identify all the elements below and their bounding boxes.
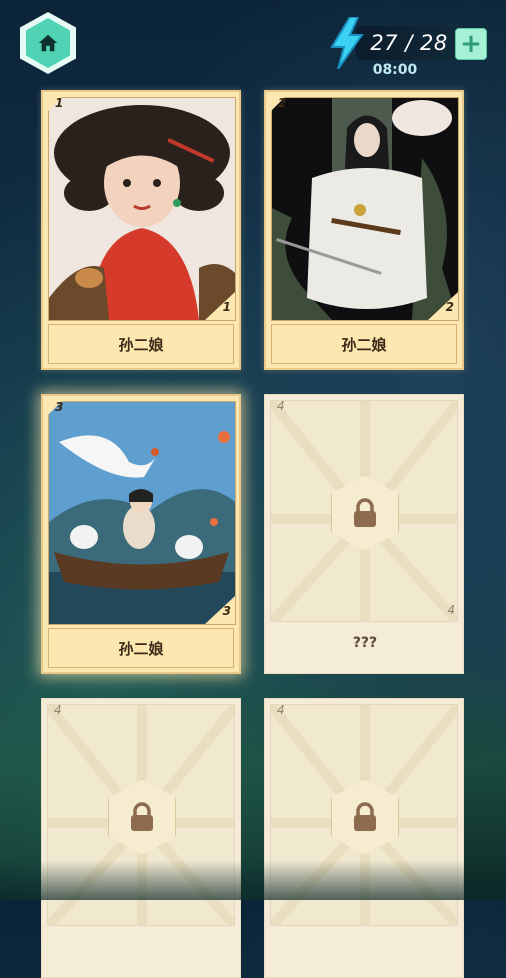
- card-number: 4: [277, 399, 285, 413]
- home-icon: [38, 34, 58, 52]
- lock-icon: [131, 802, 153, 831]
- locked-card-5[interactable]: 4: [41, 698, 241, 978]
- card-1[interactable]: 1 1 孙二娘: [41, 90, 241, 370]
- card-number: 1: [55, 96, 64, 110]
- card-number-corner: 2: [445, 300, 454, 314]
- card-number-corner: 3: [222, 604, 231, 618]
- card-name: 孙二娘: [48, 628, 234, 668]
- card-number-corner: 1: [222, 300, 231, 314]
- home-button[interactable]: [20, 12, 76, 74]
- card-number: 4: [277, 703, 285, 717]
- card-number: 3: [55, 400, 64, 414]
- card-3[interactable]: 3 3 孙二娘: [41, 394, 241, 674]
- lock-icon: [354, 498, 376, 527]
- card-number: 2: [278, 96, 287, 110]
- card-number-corner: 4: [447, 603, 455, 617]
- card-name: 孙二娘: [271, 324, 457, 364]
- locked-card-4[interactable]: 4 4 ???: [264, 394, 464, 674]
- locked-card-6[interactable]: 4: [264, 698, 464, 978]
- energy-count: 27 / 28: [370, 31, 448, 55]
- lock-icon: [354, 802, 376, 831]
- card-2[interactable]: 2 2 孙二娘: [264, 90, 464, 370]
- card-number: 4: [54, 703, 62, 717]
- card-name: ???: [352, 635, 378, 651]
- card-art-2: [271, 97, 459, 321]
- energy-timer: 08:00: [372, 62, 418, 78]
- add-energy-button[interactable]: +: [455, 28, 487, 60]
- card-name: 孙二娘: [48, 324, 234, 364]
- card-art-3: [48, 401, 236, 625]
- card-art-1: [48, 97, 236, 321]
